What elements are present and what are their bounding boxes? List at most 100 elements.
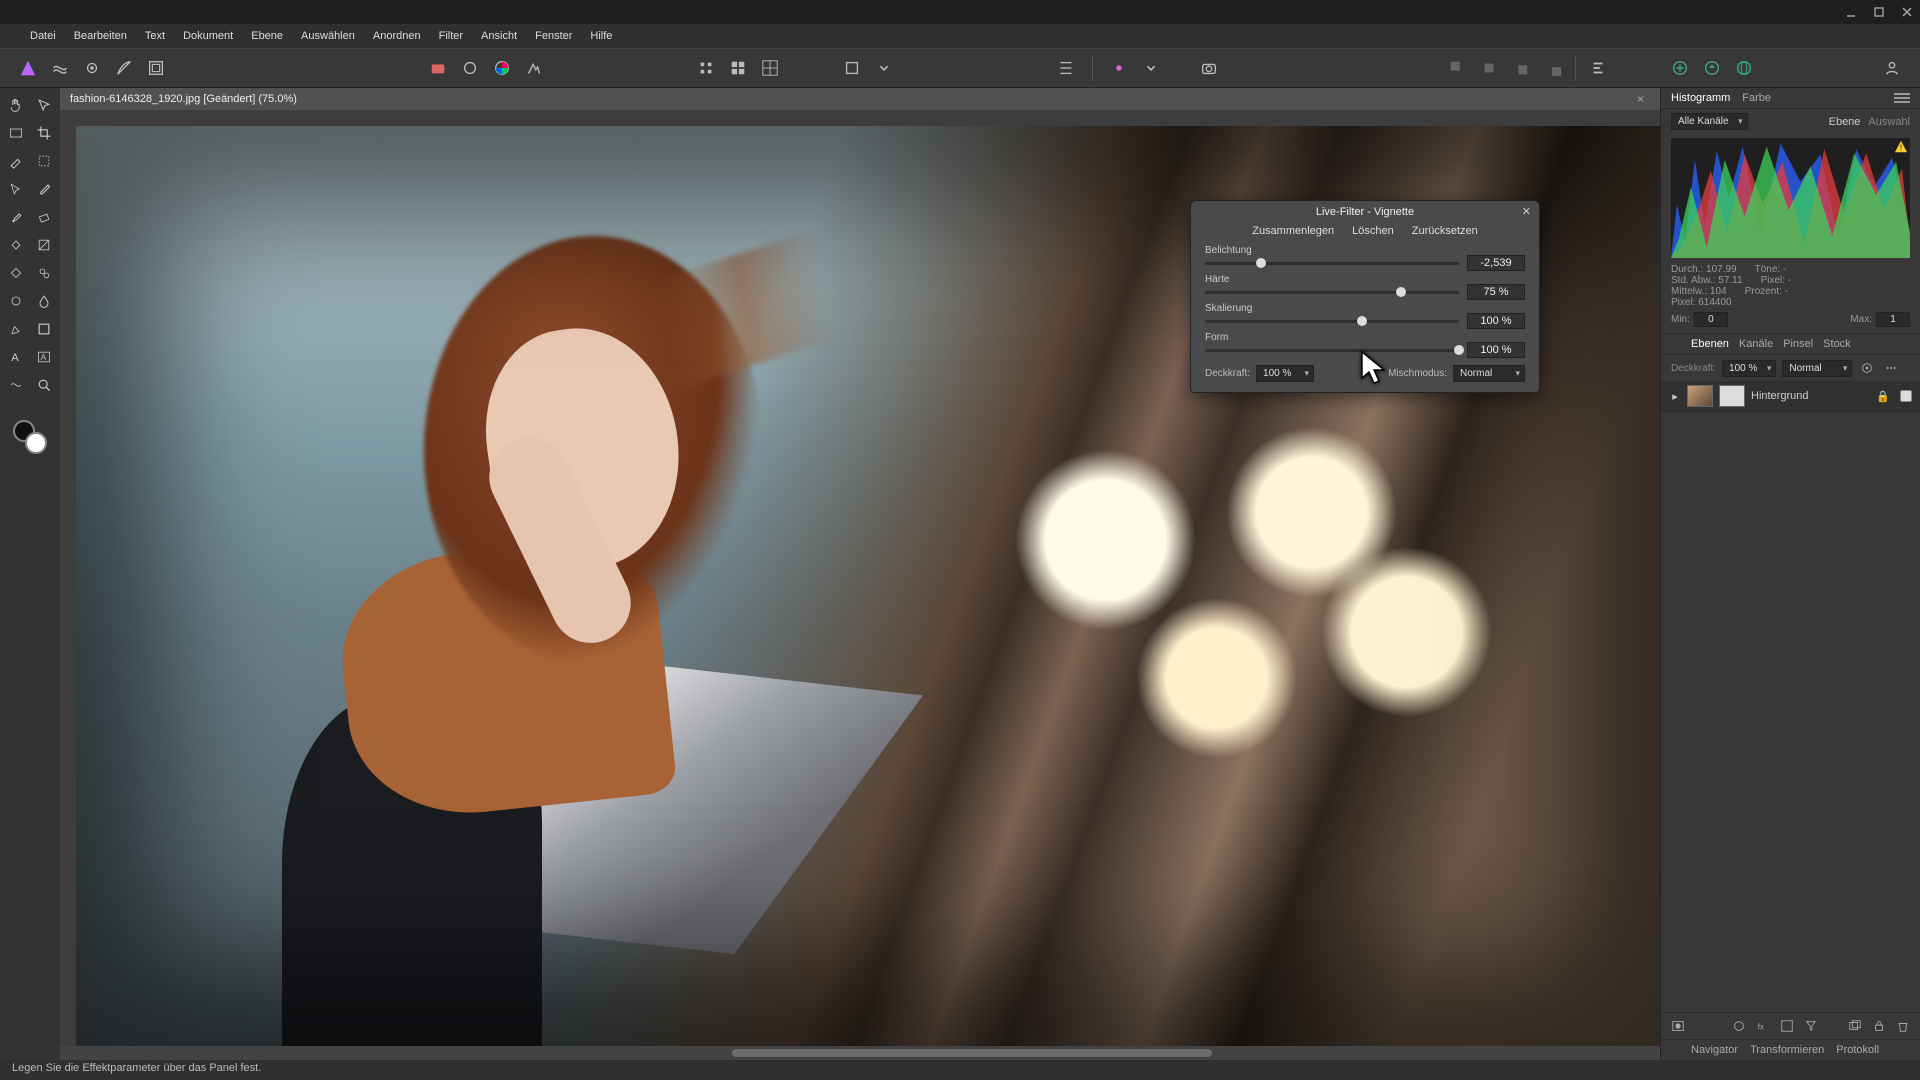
side-tab-layer[interactable]: Ebene — [1829, 116, 1861, 128]
flood-select-icon[interactable] — [5, 178, 27, 200]
tab-navigator[interactable]: Navigator — [1691, 1044, 1738, 1056]
frame-text-icon[interactable]: A — [33, 346, 55, 368]
channel-dropdown[interactable]: Alle Kanäle — [1671, 113, 1748, 130]
shape-value[interactable]: 100 % — [1467, 342, 1525, 358]
tab-histogram[interactable]: Histogramm — [1671, 92, 1730, 104]
camera-icon[interactable] — [1195, 54, 1223, 82]
gradient-icon[interactable] — [33, 234, 55, 256]
layer-more-icon[interactable] — [1882, 359, 1900, 377]
exposure-value[interactable]: -2,539 — [1467, 255, 1525, 271]
lock-all-icon[interactable] — [1870, 1017, 1888, 1035]
mask-add-icon[interactable] — [1778, 1017, 1796, 1035]
tab-brush[interactable]: Pinsel — [1783, 338, 1813, 350]
hist-max-input[interactable]: 1 — [1876, 312, 1910, 327]
delete-layer-icon[interactable] — [1894, 1017, 1912, 1035]
text-tool-icon[interactable]: A — [5, 346, 27, 368]
color-wheel-icon[interactable] — [488, 54, 516, 82]
pen-tool-icon[interactable] — [5, 318, 27, 340]
layer-opacity-dropdown[interactable]: 100 % — [1722, 360, 1776, 377]
hand-tool-icon[interactable] — [5, 94, 27, 116]
dialog-merge-button[interactable]: Zusammenlegen — [1252, 225, 1334, 237]
dialog-delete-button[interactable]: Löschen — [1352, 225, 1394, 237]
snap-icon[interactable] — [1105, 54, 1133, 82]
persona-tone-icon[interactable] — [110, 54, 138, 82]
tab-close-icon[interactable]: × — [1637, 92, 1644, 106]
move-tool-icon[interactable] — [33, 94, 55, 116]
healing-icon[interactable] — [5, 262, 27, 284]
eyedropper-icon[interactable] — [33, 178, 55, 200]
grid-large-icon[interactable] — [756, 54, 784, 82]
tab-stock[interactable]: Stock — [1823, 338, 1851, 350]
crop-tool-icon[interactable] — [33, 122, 55, 144]
document-tab[interactable]: fashion-6146328_1920.jpg [Geändert] (75.… — [70, 93, 297, 105]
menu-auswaehlen[interactable]: Auswählen — [301, 30, 355, 42]
chevron-down-icon[interactable] — [1137, 54, 1165, 82]
live-filter-icon[interactable] — [1802, 1017, 1820, 1035]
circle-outline-icon[interactable] — [456, 54, 484, 82]
side-tab-select[interactable]: Auswahl — [1868, 116, 1910, 128]
panel-menu-icon[interactable] — [1894, 93, 1910, 103]
color-swatch-icon[interactable] — [13, 420, 47, 454]
maximize-button-icon[interactable] — [1872, 5, 1886, 19]
layer-row[interactable]: ▸ Hintergrund 🔒 — [1661, 381, 1920, 412]
marquee-tool-icon[interactable] — [33, 150, 55, 172]
tab-layers[interactable]: Ebenen — [1691, 338, 1729, 350]
hist-min-input[interactable]: 0 — [1694, 312, 1728, 327]
grid-small-icon[interactable] — [692, 54, 720, 82]
dialog-reset-button[interactable]: Zurücksetzen — [1412, 225, 1478, 237]
layer-blend-dropdown[interactable]: Normal — [1782, 360, 1852, 377]
menu-datei[interactable]: Datei — [30, 30, 56, 42]
menu-anordnen[interactable]: Anordnen — [373, 30, 421, 42]
align-icon[interactable] — [1052, 54, 1080, 82]
shape-slider[interactable] — [1205, 349, 1459, 352]
menu-hilfe[interactable]: Hilfe — [590, 30, 612, 42]
menu-dokument[interactable]: Dokument — [183, 30, 233, 42]
view-tool-icon[interactable] — [5, 122, 27, 144]
dialog-blend-dropdown[interactable]: Normal — [1453, 365, 1525, 382]
dodge-icon[interactable] — [5, 290, 27, 312]
scale-slider[interactable] — [1205, 320, 1459, 323]
vignette-dialog[interactable]: Live-Filter - Vignette ✕ Zusammenlegen L… — [1190, 200, 1540, 393]
ruler-vertical[interactable] — [60, 126, 76, 1046]
tab-channels[interactable]: Kanäle — [1739, 338, 1773, 350]
fill-icon[interactable] — [5, 234, 27, 256]
layer-expand-icon[interactable]: ▸ — [1669, 390, 1681, 403]
persona-develop-icon[interactable] — [78, 54, 106, 82]
menu-fenster[interactable]: Fenster — [535, 30, 572, 42]
dialog-opacity-dropdown[interactable]: 100 % — [1256, 365, 1314, 382]
arrange-icon[interactable] — [1584, 54, 1612, 82]
visibility-checkbox[interactable] — [1900, 390, 1912, 402]
zoom-tool-icon[interactable] — [33, 374, 55, 396]
clip-icon[interactable] — [838, 54, 866, 82]
layer-gear-icon[interactable] — [1858, 359, 1876, 377]
mesh-tool-icon[interactable] — [5, 374, 27, 396]
tab-color[interactable]: Farbe — [1742, 92, 1771, 104]
tab-log[interactable]: Protokoll — [1836, 1044, 1879, 1056]
sync-globe-icon[interactable] — [1730, 54, 1758, 82]
shape-tool-icon[interactable] — [33, 318, 55, 340]
group-icon[interactable] — [1846, 1017, 1864, 1035]
blur-tool-icon[interactable] — [33, 290, 55, 312]
exposure-slider[interactable] — [1205, 262, 1459, 265]
selection-brush-icon[interactable] — [5, 150, 27, 172]
persona-export-icon[interactable] — [142, 54, 170, 82]
hardness-slider[interactable] — [1205, 291, 1459, 294]
sync-up-icon[interactable] — [1698, 54, 1726, 82]
menu-ebene[interactable]: Ebene — [251, 30, 283, 42]
clone-icon[interactable] — [33, 262, 55, 284]
ruler-horizontal[interactable] — [60, 110, 1660, 126]
lock-icon[interactable]: 🔒 — [1876, 390, 1890, 403]
autocolor-icon[interactable] — [520, 54, 548, 82]
chevron-down-icon[interactable] — [870, 54, 898, 82]
tab-transform[interactable]: Transformieren — [1750, 1044, 1824, 1056]
scale-value[interactable]: 100 % — [1467, 313, 1525, 329]
persona-liquify-icon[interactable] — [46, 54, 74, 82]
paintbrush-icon[interactable] — [5, 206, 27, 228]
menu-text[interactable]: Text — [145, 30, 165, 42]
scrollbar-horizontal[interactable] — [60, 1046, 1660, 1060]
dialog-close-icon[interactable]: ✕ — [1522, 205, 1531, 218]
menu-ansicht[interactable]: Ansicht — [481, 30, 517, 42]
swatch-red-icon[interactable] — [424, 54, 452, 82]
fx-icon[interactable]: fx — [1754, 1017, 1772, 1035]
minimize-button-icon[interactable] — [1844, 5, 1858, 19]
